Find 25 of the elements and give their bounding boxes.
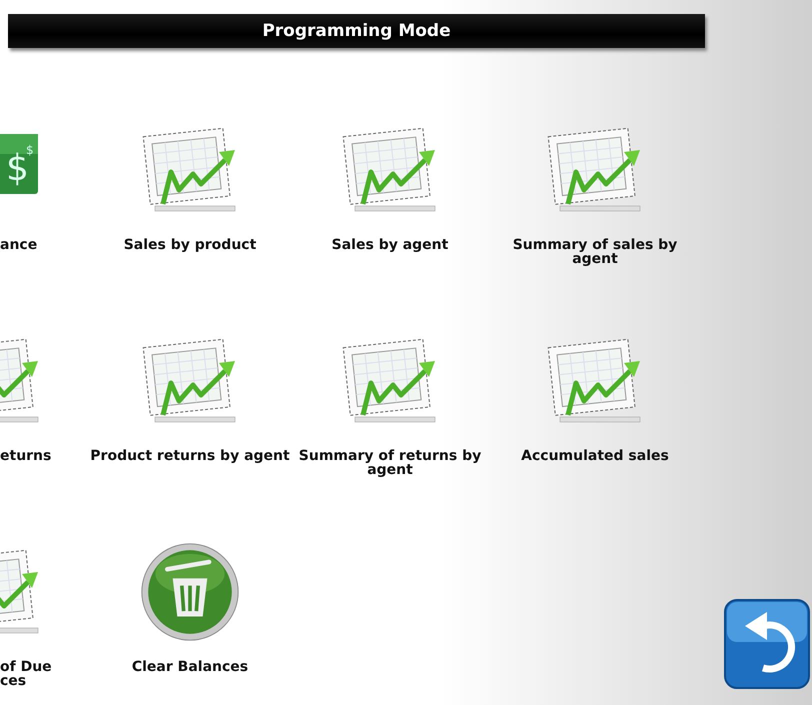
report-tile[interactable]: Sales by product: [90, 120, 290, 268]
report-tile[interactable]: Sales by agent: [290, 120, 490, 268]
tile-label: Sales by agent: [330, 238, 450, 255]
report-tile[interactable]: Product returns by agent: [90, 331, 290, 479]
report-tile[interactable]: Summary of sales by agent: [490, 120, 700, 268]
report-tile[interactable]: Accumulated sales: [490, 331, 700, 479]
report-tile[interactable]: Summary of returns by agent: [290, 331, 490, 479]
report-tile[interactable]: Clear Balances: [90, 542, 290, 690]
report-tile[interactable]: of Due ces: [0, 542, 90, 690]
tile-label: Product returns by agent: [90, 449, 290, 466]
tile-label: Summary of returns by agent: [298, 449, 482, 479]
tile-label: ance: [0, 238, 38, 255]
dollar-sign: $: [26, 143, 34, 157]
window-title: Programming Mode: [262, 21, 451, 41]
tile-label: eturns: [0, 449, 52, 466]
tile-label: Summary of sales by agent: [512, 238, 678, 268]
tile-label: of Due ces: [0, 660, 53, 690]
trash-icon: [140, 542, 240, 642]
back-button[interactable]: [723, 598, 811, 690]
report-tile[interactable]: eturns: [0, 331, 90, 479]
report-tile[interactable]: $$ ance: [0, 120, 90, 268]
tile-label: Clear Balances: [130, 660, 250, 677]
tile-label: Accumulated sales: [520, 449, 670, 466]
undo-icon: [723, 598, 811, 690]
tile-label: Sales by product: [122, 238, 258, 255]
